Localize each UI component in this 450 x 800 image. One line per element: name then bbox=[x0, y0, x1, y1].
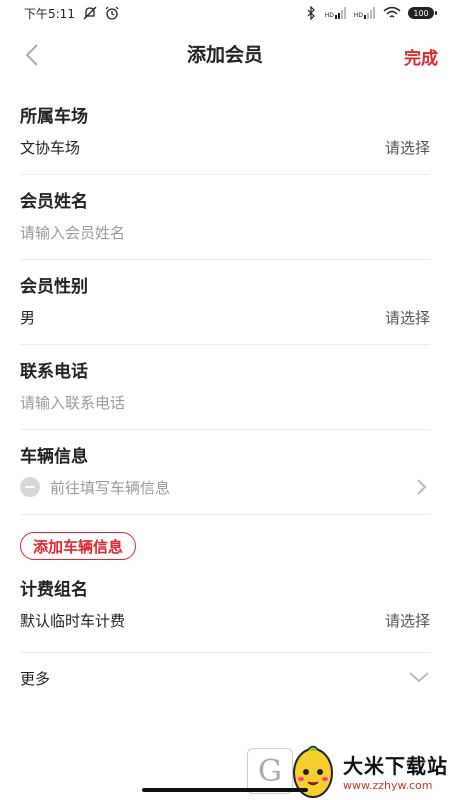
hd-label-1: HD bbox=[324, 12, 334, 19]
watermark-text: 大米下载站 www.zzhyw.com bbox=[343, 750, 448, 792]
wifi-icon bbox=[383, 6, 401, 18]
fee-group-select[interactable]: 请选择 bbox=[385, 610, 430, 631]
member-name-field: 会员姓名 请输入会员姓名 bbox=[20, 175, 430, 260]
vehicle-entry-row[interactable]: 前往填写车辆信息 bbox=[20, 475, 430, 499]
more-label: 更多 bbox=[20, 670, 51, 688]
member-gender-field[interactable]: 会员性别 男 请选择 bbox=[20, 260, 430, 345]
vehicle-entry-text: 前往填写车辆信息 bbox=[50, 478, 171, 497]
alarm-icon bbox=[105, 6, 119, 20]
parking-lot-label: 所属车场 bbox=[20, 107, 88, 127]
parking-lot-field[interactable]: 所属车场 文协车场 请选择 bbox=[20, 90, 430, 175]
mute-icon bbox=[83, 6, 97, 20]
remove-circle-icon[interactable] bbox=[20, 477, 40, 497]
member-gender-value: 男 bbox=[20, 309, 36, 327]
bluetooth-icon bbox=[307, 6, 315, 20]
hd-label-2: HD bbox=[353, 12, 363, 19]
chevron-down-icon[interactable] bbox=[408, 669, 430, 685]
member-form: 所属车场 文协车场 请选择 会员姓名 请输入会员姓名 会员性别 男 请选择 联系… bbox=[20, 90, 430, 703]
add-vehicle-button[interactable]: 添加车辆信息 bbox=[20, 532, 137, 560]
phone-field: 联系电话 请输入联系电话 bbox=[20, 345, 430, 430]
phone-label: 联系电话 bbox=[20, 362, 88, 382]
page-title: 添加会员 bbox=[186, 44, 263, 66]
chevron-right-icon bbox=[417, 479, 427, 495]
add-member-screen: 下午5:11 HD HD 100 添加会员 完成 所属车场 文协车场 请选择 会… bbox=[0, 0, 450, 800]
member-gender-select[interactable]: 请选择 bbox=[385, 307, 430, 328]
member-name-input[interactable]: 请输入会员姓名 bbox=[20, 222, 125, 243]
vehicle-field: 车辆信息 前往填写车辆信息 bbox=[20, 430, 430, 515]
cell-signal-icon bbox=[334, 7, 346, 19]
fee-group-value: 默认临时车计费 bbox=[20, 612, 126, 630]
fee-group-label: 计费组名 bbox=[20, 580, 88, 600]
more-row[interactable]: 更多 bbox=[20, 653, 430, 703]
parking-lot-select[interactable]: 请选择 bbox=[385, 137, 430, 158]
parking-lot-value: 文协车场 bbox=[20, 139, 81, 157]
home-indicator[interactable] bbox=[142, 788, 308, 792]
vehicle-label: 车辆信息 bbox=[20, 447, 88, 467]
cell-signal-1: HD bbox=[325, 7, 347, 19]
cell-signal-icon-2 bbox=[364, 7, 375, 19]
watermark-url: www.zzhyw.com bbox=[343, 779, 433, 792]
add-vehicle-wrap: 添加车辆信息 bbox=[20, 515, 430, 573]
watermark-title: 大米下载站 bbox=[343, 754, 448, 778]
status-left: 下午5:11 bbox=[24, 5, 119, 22]
status-right: HD HD 100 bbox=[304, 6, 437, 20]
member-name-label: 会员姓名 bbox=[20, 192, 88, 212]
status-bar: 下午5:11 HD HD 100 bbox=[0, 0, 450, 26]
member-gender-label: 会员性别 bbox=[20, 277, 88, 297]
navigation-bar: 添加会员 完成 bbox=[0, 30, 450, 78]
cell-signal-2: HD bbox=[354, 7, 376, 19]
battery-icon: 100 bbox=[408, 7, 437, 19]
status-time: 下午5:11 bbox=[24, 6, 75, 21]
done-button[interactable]: 完成 bbox=[404, 44, 438, 69]
phone-input[interactable]: 请输入联系电话 bbox=[20, 392, 125, 413]
fee-group-field[interactable]: 计费组名 默认临时车计费 请选择 bbox=[20, 573, 430, 653]
